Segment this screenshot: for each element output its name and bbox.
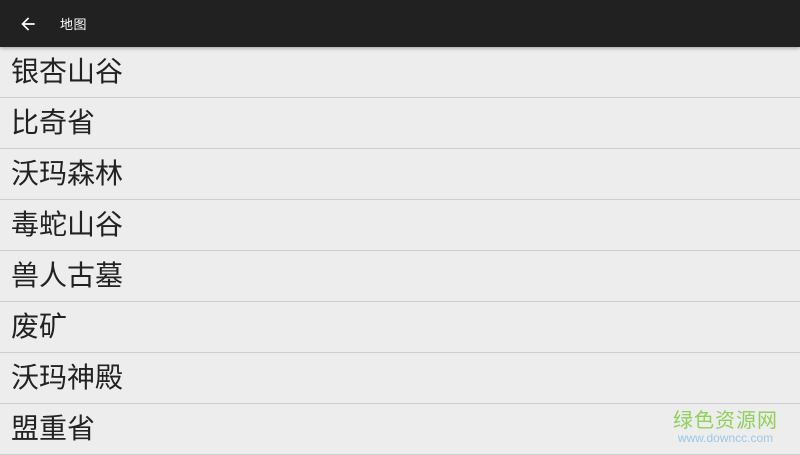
back-button[interactable]	[0, 0, 56, 47]
watermark-title: 绿色资源网	[673, 407, 778, 432]
list-item[interactable]: 沃玛神殿	[0, 353, 800, 404]
list-item-label: 银杏山谷	[11, 55, 124, 88]
list-item-label: 毒蛇山谷	[11, 208, 124, 241]
map-list: 银杏山谷 比奇省 沃玛森林 毒蛇山谷 兽人古墓 废矿 沃玛神殿 盟重省	[0, 47, 800, 455]
watermark: 绿色资源网 www.downcc.com	[673, 409, 778, 445]
page-title: 地图	[60, 18, 88, 33]
list-item-label: 废矿	[11, 310, 68, 343]
list-item-label: 盟重省	[11, 412, 96, 445]
list-item[interactable]: 沃玛森林	[0, 149, 800, 200]
list-item[interactable]: 比奇省	[0, 98, 800, 149]
watermark-url: www.downcc.com	[677, 430, 774, 445]
list-item[interactable]: 银杏山谷	[0, 47, 800, 98]
list-item-label: 比奇省	[11, 106, 96, 139]
list-item-label: 沃玛神殿	[11, 361, 124, 394]
list-item-label: 兽人古墓	[11, 259, 124, 292]
app-bar: 地图	[0, 0, 800, 47]
list-item[interactable]: 兽人古墓	[0, 251, 800, 302]
list-item[interactable]: 毒蛇山谷	[0, 200, 800, 251]
arrow-back-icon	[18, 14, 38, 34]
list-item[interactable]: 废矿	[0, 302, 800, 353]
list-item-label: 沃玛森林	[11, 157, 124, 190]
